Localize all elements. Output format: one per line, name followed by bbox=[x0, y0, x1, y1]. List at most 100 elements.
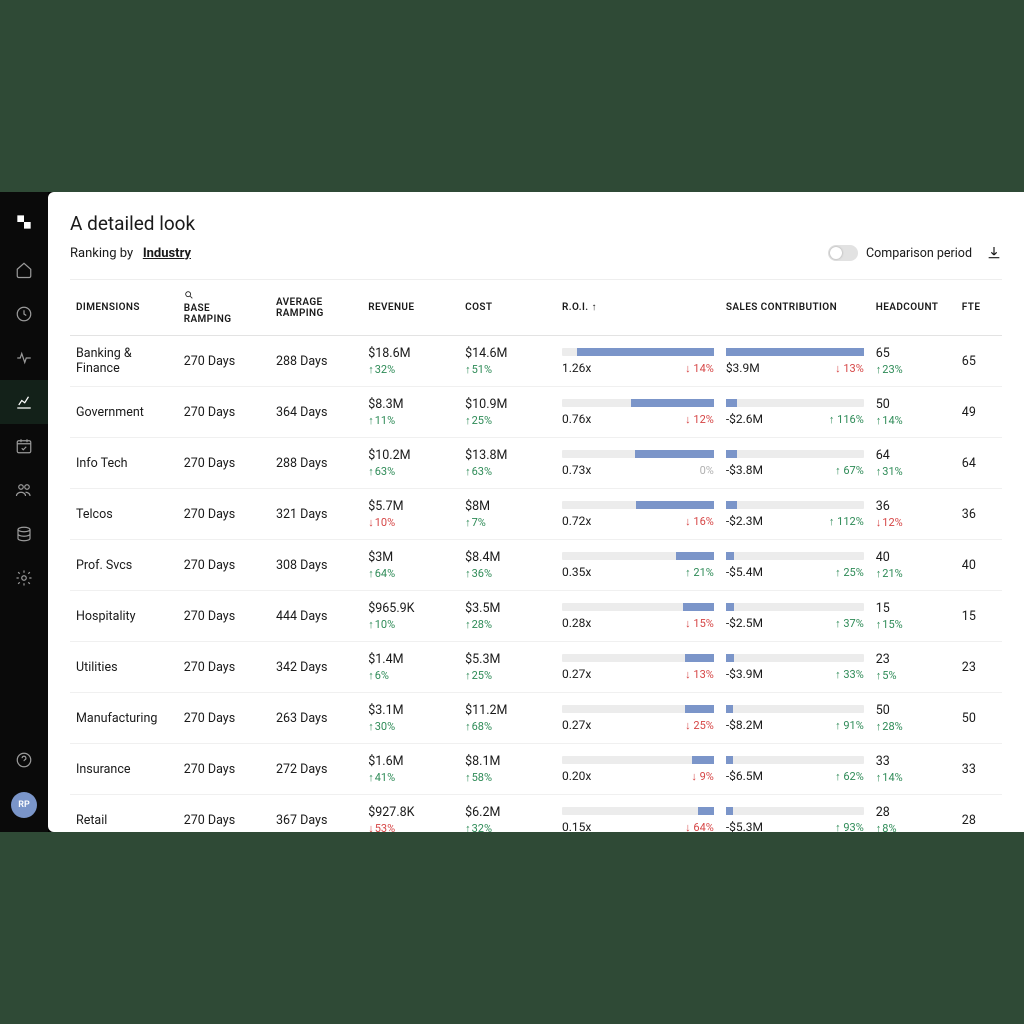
cell-roi: 0.73x 0% bbox=[556, 438, 720, 489]
ranking-dimension-dropdown[interactable]: Industry bbox=[143, 246, 191, 261]
cell-base-ramping: 270 Days bbox=[178, 540, 270, 591]
delta-value: ↑25% bbox=[465, 669, 550, 682]
cell-sales-contribution: -$2.5M ↑ 37% bbox=[720, 591, 870, 642]
logo-icon bbox=[0, 202, 48, 242]
delta-value: ↑6% bbox=[368, 669, 453, 682]
clock-icon[interactable] bbox=[0, 292, 48, 336]
roi-bar bbox=[562, 756, 714, 764]
cell-fte: 23 bbox=[956, 642, 1002, 693]
cell-sales-contribution: $3.9M ↓ 13% bbox=[720, 336, 870, 387]
chart-line-icon[interactable] bbox=[0, 380, 48, 424]
cell-headcount: 28 ↑8% bbox=[870, 795, 956, 833]
delta-value: ↑68% bbox=[465, 720, 550, 733]
table-row[interactable]: Government 270 Days 364 Days $8.3M ↑11% … bbox=[70, 387, 1002, 438]
people-icon[interactable] bbox=[0, 468, 48, 512]
cell-cost: $8.1M ↑58% bbox=[459, 744, 556, 795]
table-row[interactable]: Manufacturing 270 Days 263 Days $3.1M ↑3… bbox=[70, 693, 1002, 744]
cell-fte: 33 bbox=[956, 744, 1002, 795]
cell-headcount: 23 ↑5% bbox=[870, 642, 956, 693]
sales-bar bbox=[726, 705, 864, 713]
roi-bar bbox=[562, 348, 714, 356]
content-pane: A detailed look Ranking by Industry Comp… bbox=[48, 192, 1024, 832]
cell-fte: 15 bbox=[956, 591, 1002, 642]
cell-fte: 40 bbox=[956, 540, 1002, 591]
cell-dimension: Retail bbox=[70, 795, 178, 833]
gear-icon[interactable] bbox=[0, 556, 48, 600]
cell-headcount: 65 ↑23% bbox=[870, 336, 956, 387]
table-row[interactable]: Banking & Finance 270 Days 288 Days $18.… bbox=[70, 336, 1002, 387]
col-sales-contribution[interactable]: SALES CONTRIBUTION bbox=[720, 280, 870, 336]
cell-roi: 0.27x ↓ 13% bbox=[556, 642, 720, 693]
cell-cost: $3.5M ↑28% bbox=[459, 591, 556, 642]
cell-revenue: $10.2M ↑63% bbox=[362, 438, 459, 489]
table-row[interactable]: Utilities 270 Days 342 Days $1.4M ↑6% $5… bbox=[70, 642, 1002, 693]
cell-revenue: $3.1M ↑30% bbox=[362, 693, 459, 744]
delta-value: ↓12% bbox=[876, 516, 950, 529]
col-dimensions[interactable]: DIMENSIONS bbox=[70, 280, 178, 336]
cell-average-ramping: 367 Days bbox=[270, 795, 362, 833]
col-base-ramping[interactable]: BASERAMPING bbox=[178, 280, 270, 336]
cell-cost: $13.8M ↑63% bbox=[459, 438, 556, 489]
cell-average-ramping: 263 Days bbox=[270, 693, 362, 744]
cell-dimension: Prof. Svcs bbox=[70, 540, 178, 591]
cell-cost: $8.4M ↑36% bbox=[459, 540, 556, 591]
cell-headcount: 50 ↑14% bbox=[870, 387, 956, 438]
cell-fte: 65 bbox=[956, 336, 1002, 387]
pulse-icon[interactable] bbox=[0, 336, 48, 380]
table-row[interactable]: Retail 270 Days 367 Days $927.8K ↓53% $6… bbox=[70, 795, 1002, 833]
roi-bar bbox=[562, 654, 714, 662]
cell-roi: 0.35x ↑ 21% bbox=[556, 540, 720, 591]
avatar[interactable]: RP bbox=[11, 792, 37, 818]
delta-value: ↑32% bbox=[368, 363, 453, 376]
database-icon[interactable] bbox=[0, 512, 48, 556]
table-row[interactable]: Insurance 270 Days 272 Days $1.6M ↑41% $… bbox=[70, 744, 1002, 795]
sales-bar bbox=[726, 756, 864, 764]
cell-revenue: $1.6M ↑41% bbox=[362, 744, 459, 795]
col-average-ramping[interactable]: AVERAGERAMPING bbox=[270, 280, 362, 336]
delta-value: ↓53% bbox=[368, 822, 453, 832]
cell-cost: $6.2M ↑32% bbox=[459, 795, 556, 833]
col-revenue[interactable]: REVENUE bbox=[362, 280, 459, 336]
sales-bar bbox=[726, 501, 864, 509]
cell-fte: 50 bbox=[956, 693, 1002, 744]
download-icon[interactable] bbox=[986, 245, 1002, 261]
table-row[interactable]: Hospitality 270 Days 444 Days $965.9K ↑1… bbox=[70, 591, 1002, 642]
cell-headcount: 40 ↑21% bbox=[870, 540, 956, 591]
col-fte[interactable]: FTE bbox=[956, 280, 1002, 336]
delta-value: ↑10% bbox=[368, 618, 453, 631]
search-icon bbox=[184, 290, 194, 303]
cell-sales-contribution: -$3.8M ↑ 67% bbox=[720, 438, 870, 489]
home-icon[interactable] bbox=[0, 248, 48, 292]
cell-base-ramping: 270 Days bbox=[178, 438, 270, 489]
cell-roi: 0.72x ↓ 16% bbox=[556, 489, 720, 540]
delta-value: ↑15% bbox=[876, 618, 950, 631]
col-cost[interactable]: COST bbox=[459, 280, 556, 336]
delta-value: ↑7% bbox=[465, 516, 550, 529]
delta-value: ↑64% bbox=[368, 567, 453, 580]
col-roi[interactable]: R.O.I.↑ bbox=[556, 280, 720, 336]
sort-arrow-up-icon: ↑ bbox=[592, 302, 597, 313]
col-headcount[interactable]: HEADCOUNT bbox=[870, 280, 956, 336]
delta-value: ↑36% bbox=[465, 567, 550, 580]
comparison-toggle[interactable] bbox=[828, 245, 858, 261]
cell-revenue: $1.4M ↑6% bbox=[362, 642, 459, 693]
cell-cost: $11.2M ↑68% bbox=[459, 693, 556, 744]
cell-base-ramping: 270 Days bbox=[178, 591, 270, 642]
delta-value: ↑32% bbox=[465, 822, 550, 832]
cell-revenue: $927.8K ↓53% bbox=[362, 795, 459, 833]
sales-bar bbox=[726, 807, 864, 815]
help-icon[interactable] bbox=[0, 738, 48, 782]
roi-bar bbox=[562, 552, 714, 560]
table-row[interactable]: Prof. Svcs 270 Days 308 Days $3M ↑64% $8… bbox=[70, 540, 1002, 591]
cell-average-ramping: 342 Days bbox=[270, 642, 362, 693]
cell-cost: $14.6M ↑51% bbox=[459, 336, 556, 387]
delta-value: ↑31% bbox=[876, 465, 950, 478]
table-row[interactable]: Telcos 270 Days 321 Days $5.7M ↓10% $8M … bbox=[70, 489, 1002, 540]
cell-headcount: 33 ↑14% bbox=[870, 744, 956, 795]
cell-sales-contribution: -$5.4M ↑ 25% bbox=[720, 540, 870, 591]
delta-value: ↑63% bbox=[465, 465, 550, 478]
table-row[interactable]: Info Tech 270 Days 288 Days $10.2M ↑63% … bbox=[70, 438, 1002, 489]
cell-revenue: $965.9K ↑10% bbox=[362, 591, 459, 642]
calendar-check-icon[interactable] bbox=[0, 424, 48, 468]
delta-value: ↑23% bbox=[876, 363, 950, 376]
